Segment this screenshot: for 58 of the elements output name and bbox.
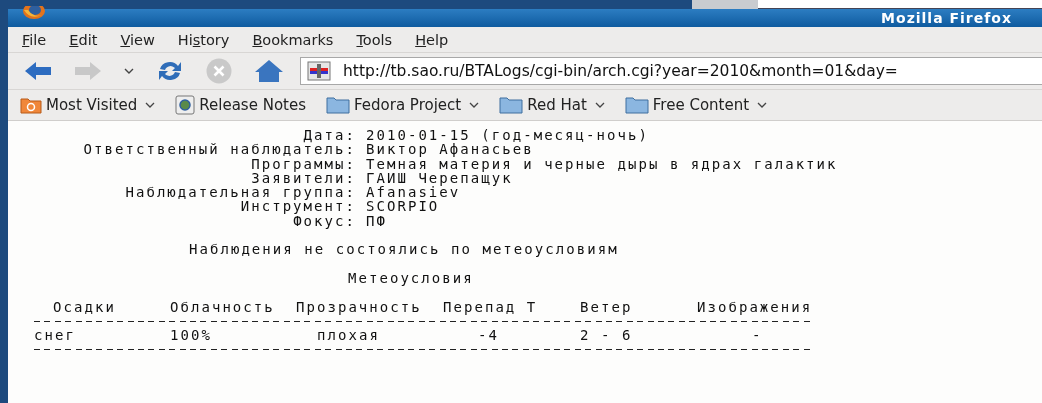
folder-icon [20, 96, 42, 114]
page-icon [175, 95, 196, 115]
field-label: Ответственный наблюдатель: [83, 142, 356, 157]
caret-icon [757, 102, 768, 108]
caret-icon[interactable] [124, 68, 134, 74]
bookmark-item[interactable]: Most Visited [20, 96, 156, 114]
home-icon[interactable] [254, 59, 284, 83]
field-value: Темная материя и черные дыры в ядрах галактик [366, 156, 838, 171]
notice-text: Наблюдения не состоялись по метеоусловиям [189, 242, 620, 257]
folder-icon [499, 96, 524, 114]
caret-icon [594, 102, 605, 108]
menu-item[interactable]: Bookmarks [245, 29, 341, 50]
caret-icon [469, 102, 480, 108]
field-value: 2010-01-15 (год-месяц-ночь) [366, 128, 649, 143]
table-cell-text: - [751, 328, 764, 343]
field-value: SCORPIO [366, 199, 440, 214]
column-header: Облачность [169, 299, 276, 314]
column-header: Перепад Т [442, 299, 539, 314]
field-label: Дата: [303, 128, 356, 143]
menu-item[interactable]: File [15, 29, 54, 50]
folder-icon [326, 96, 350, 114]
bookmark-item[interactable]: Fedora Project [326, 96, 480, 114]
bookmark-item[interactable]: Red Hat [499, 96, 605, 114]
menu-item[interactable]: Help [408, 29, 456, 50]
field-value: Виктор Афанасьев [366, 142, 534, 157]
url-text: http://tb.sao.ru/BTALogs/cgi-bin/arch.cgi?year=2010&month=01&day= [343, 62, 898, 80]
field-label: Наблюдательная группа: [125, 185, 356, 200]
table-cell-text: -4 [477, 328, 500, 343]
table-cell-text: 100% [169, 328, 213, 343]
table-cell-text: 2 - 6 [579, 328, 634, 343]
folder-icon [624, 96, 649, 114]
column-header: Изображения [696, 299, 814, 314]
back-arrow-icon[interactable] [24, 61, 52, 81]
column-header: Прозрачность [295, 299, 423, 314]
table-cell-text: плохая [316, 328, 381, 343]
menu-item[interactable]: View [113, 29, 162, 50]
field-value: ПФ [366, 213, 387, 229]
menu-item[interactable]: History [170, 29, 237, 50]
field-label: Инструмент: [240, 199, 356, 214]
field-value: Afanasiev [366, 185, 461, 200]
field-value: ГАИШ Черепащук [366, 170, 513, 186]
bookmark-item[interactable]: Release Notes [175, 95, 306, 115]
menu-item[interactable]: Edit [62, 29, 105, 50]
caret-icon [145, 102, 156, 108]
table-title: Метеоусловия [348, 270, 475, 286]
field-label: Фокус: [293, 213, 356, 229]
field-label: Программы: [251, 156, 356, 171]
field-label: Заявители: [251, 170, 356, 186]
url-field[interactable]: http://tb.sao.ru/BTALogs/cgi-bin/arch.cgi?year=2010&month=01&day= [300, 57, 1042, 85]
firefox-logo-icon [22, 6, 46, 20]
window-title: Mozilla Firefox [881, 10, 1012, 26]
reload-icon[interactable] [156, 59, 184, 83]
column-header: Ветер [579, 299, 634, 314]
bookmark-item[interactable]: Free Content [624, 96, 768, 114]
site-icon [307, 61, 331, 81]
column-header: Осадки [52, 299, 117, 314]
menu-item[interactable]: Tools [349, 29, 400, 50]
table-cell-text: снег [34, 328, 77, 343]
